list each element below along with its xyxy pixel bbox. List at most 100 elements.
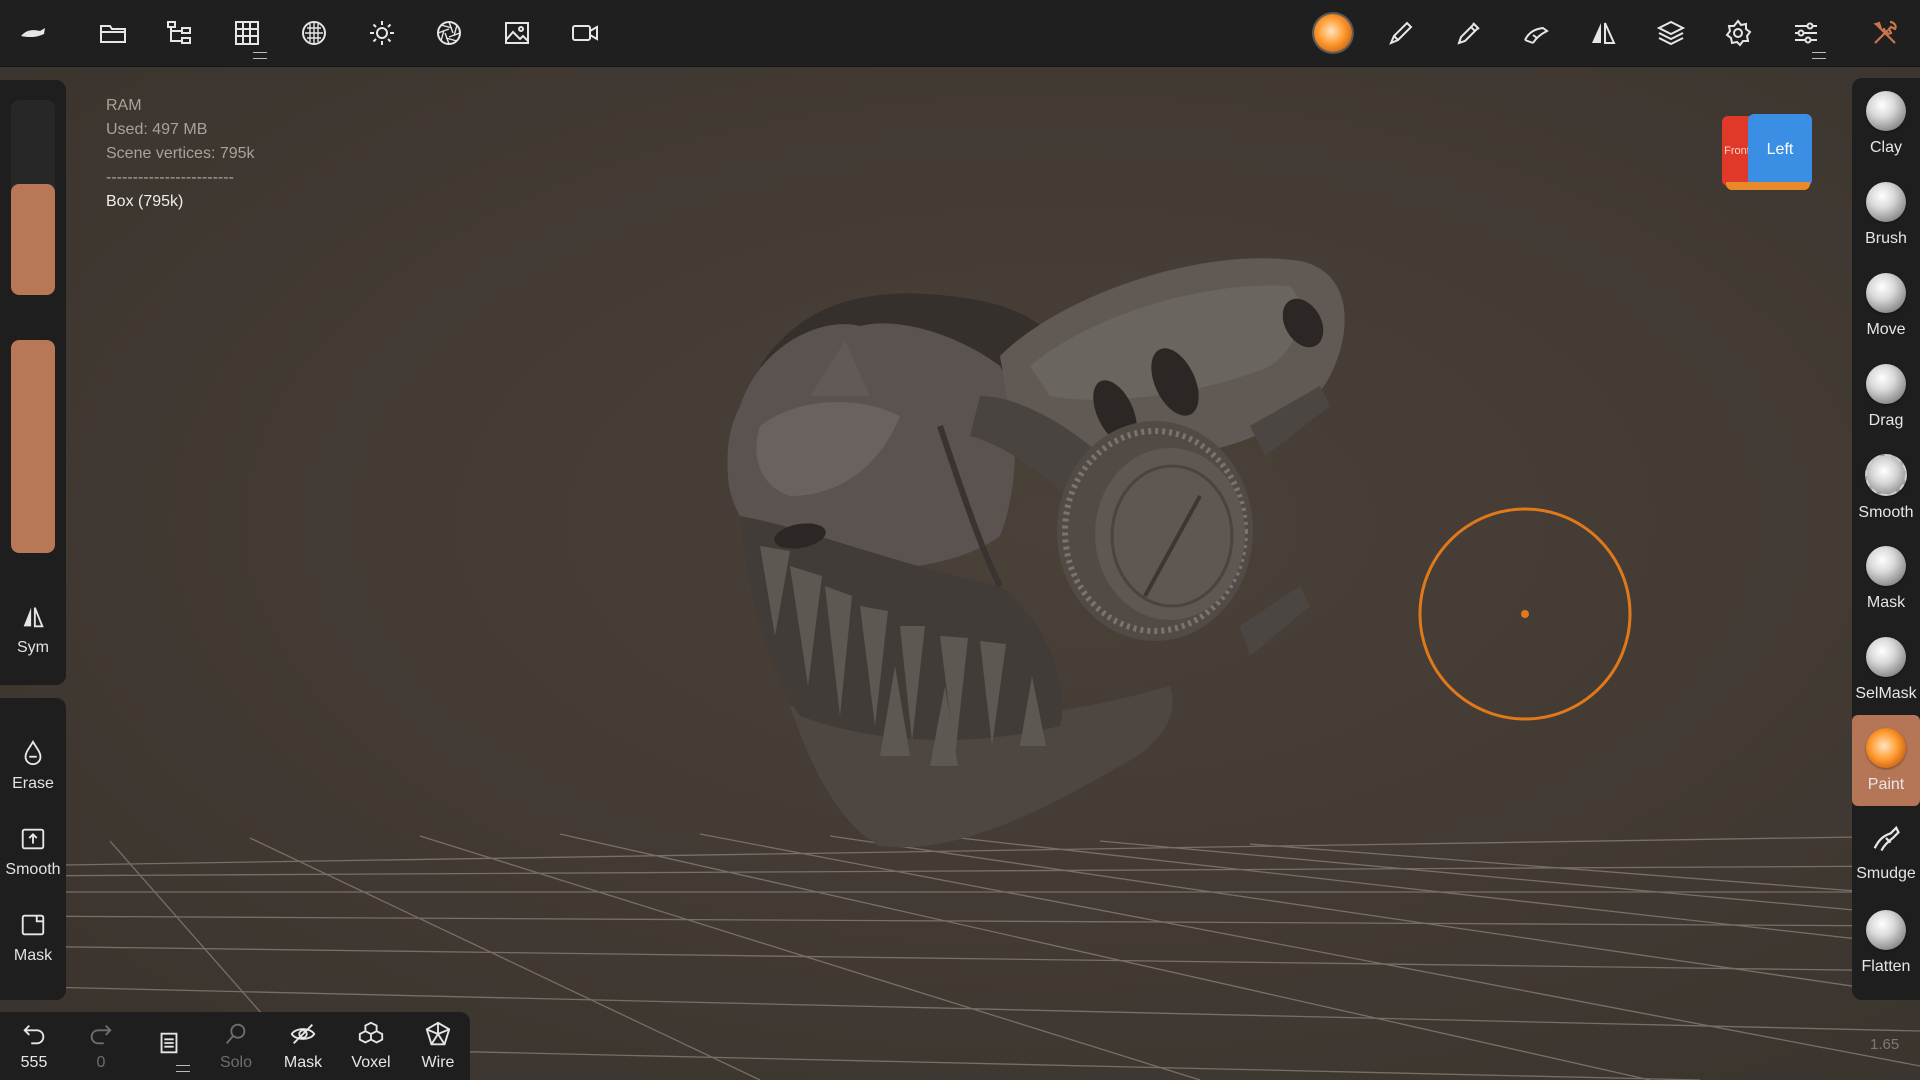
tool-label: Move (1866, 320, 1906, 338)
scene-tree-icon[interactable] (156, 9, 204, 57)
mask-button[interactable]: Mask (0, 898, 66, 978)
bottom-toolbar: 555 0 Solo Mask Voxel Wire (0, 1012, 470, 1080)
zoom-level: 1.65 (1870, 1036, 1900, 1053)
tool-paint[interactable]: Paint (1852, 715, 1920, 806)
wire-button[interactable]: Wire (405, 1012, 471, 1080)
top-toolbar (0, 0, 1920, 67)
tool-label: SelMask (1855, 684, 1917, 702)
mask-label: Mask (13, 947, 53, 964)
video-camera-icon[interactable] (561, 9, 609, 57)
material-ball-swatch (1314, 14, 1352, 52)
image-icon[interactable] (493, 9, 541, 57)
voxel-label: Voxel (351, 1054, 391, 1071)
sculpt-model (727, 258, 1345, 848)
sliders-icon[interactable] (1782, 9, 1830, 59)
sym-label: Sym (17, 639, 49, 656)
document-icon (160, 1032, 178, 1054)
magnifier-icon (225, 1023, 246, 1044)
solo-button[interactable]: Solo (203, 1012, 269, 1080)
paint-sphere-icon (1866, 727, 1906, 768)
undo-count: 555 (20, 1054, 48, 1071)
redo-icon (90, 1024, 112, 1045)
pen-icon[interactable] (1377, 9, 1425, 57)
tool-drag[interactable]: Drag (1852, 351, 1920, 442)
navcube-left-face[interactable]: Left (1748, 114, 1812, 186)
tool-label: Mask (1866, 593, 1906, 611)
sculpt-tools-panel: Clay Brush Move Drag Smooth Mask SelMask… (1852, 78, 1920, 1000)
tool-label: Clay (1869, 138, 1902, 156)
selmask-sphere-icon (1866, 636, 1906, 677)
erase-button[interactable]: Erase (0, 726, 66, 806)
clay-sphere-icon (1866, 90, 1906, 131)
brush-intensity-slider[interactable] (11, 340, 55, 553)
voxel-button[interactable]: Voxel (338, 1012, 404, 1080)
mask-visibility-button[interactable]: Mask (270, 1012, 336, 1080)
notes-button[interactable] (136, 1012, 202, 1080)
material-sphere-icon[interactable] (290, 9, 338, 57)
mask-sphere-icon (1866, 545, 1906, 586)
undo-button[interactable]: 555 (1, 1012, 67, 1080)
tool-label: Smooth (1858, 503, 1914, 521)
brush-intensity-fill (11, 340, 55, 553)
smooth-label: Smooth (5, 861, 61, 878)
settings-icon[interactable] (1714, 9, 1762, 57)
navigation-cube[interactable]: Front Left (1722, 114, 1814, 190)
smooth-button[interactable]: Smooth (0, 812, 66, 892)
camera-aperture-icon[interactable] (425, 9, 473, 57)
material-ball-icon[interactable] (1309, 9, 1357, 57)
tool-selmask[interactable]: SelMask (1852, 624, 1920, 715)
flatten-sphere-icon (1866, 909, 1906, 950)
square-arrow-up-icon (21, 828, 45, 850)
smudge-icon (1873, 825, 1900, 851)
solo-label: Solo (219, 1054, 253, 1071)
square-corner-icon (21, 914, 45, 936)
tool-label: Smudge (1856, 864, 1916, 882)
tool-mask[interactable]: Mask (1852, 533, 1920, 624)
tool-clay[interactable]: Clay (1852, 78, 1920, 169)
mesh-name[interactable]: Box (795k) (106, 190, 255, 214)
move-sphere-icon (1866, 272, 1906, 313)
tool-brush[interactable]: Brush (1852, 169, 1920, 260)
left-slider-panel: Sym (0, 80, 66, 685)
wire-label: Wire (421, 1054, 455, 1071)
erase-label: Erase (12, 775, 54, 792)
ram-used: Used: 497 MB (106, 121, 208, 138)
scene-info: RAM Used: 497 MB Scene vertices: 795k --… (106, 94, 255, 214)
wireframe-icon (425, 1021, 451, 1046)
tools-icon[interactable] (1861, 9, 1909, 57)
brush-radius-slider[interactable] (11, 100, 55, 295)
scene-canvas (0, 258, 1920, 1080)
topology-grid-icon[interactable] (223, 9, 271, 59)
tool-label: Drag (1868, 411, 1904, 429)
brush-cursor-center (1521, 610, 1529, 618)
tool-smudge[interactable]: Smudge (1852, 806, 1920, 897)
sym-button[interactable]: Sym (0, 590, 66, 670)
cubes-icon (358, 1021, 384, 1044)
folder-icon[interactable] (89, 9, 137, 57)
mask-visibility-label: Mask (283, 1054, 323, 1071)
redo-count: 0 (96, 1054, 106, 1071)
navcube-bottom-face[interactable] (1726, 182, 1810, 190)
smooth-sphere-icon (1865, 453, 1907, 496)
symmetry-icon (23, 607, 44, 628)
tool-flatten[interactable]: Flatten (1852, 897, 1920, 988)
light-icon[interactable] (358, 9, 406, 57)
scene-vertices: Scene vertices: 795k (106, 145, 255, 162)
app-logo-icon[interactable] (9, 9, 57, 57)
tool-label: Flatten (1861, 957, 1911, 975)
eyedropper-icon[interactable] (1445, 9, 1493, 57)
redo-button[interactable]: 0 (68, 1012, 134, 1080)
tool-label: Paint (1867, 775, 1905, 793)
layers-icon[interactable] (1647, 9, 1695, 57)
left-modifier-panel: Erase Smooth Mask (0, 698, 66, 1000)
stroke-hand-icon[interactable] (1512, 9, 1560, 57)
ram-label: RAM (106, 97, 142, 114)
viewport-3d[interactable] (0, 66, 1920, 1080)
brush-radius-fill (11, 183, 55, 295)
brush-sphere-icon (1866, 181, 1906, 222)
droplet-minus-icon (24, 739, 42, 766)
eye-off-icon (290, 1024, 316, 1044)
symmetry-icon[interactable] (1579, 9, 1627, 57)
tool-move[interactable]: Move (1852, 260, 1920, 351)
tool-smooth[interactable]: Smooth (1852, 442, 1920, 533)
